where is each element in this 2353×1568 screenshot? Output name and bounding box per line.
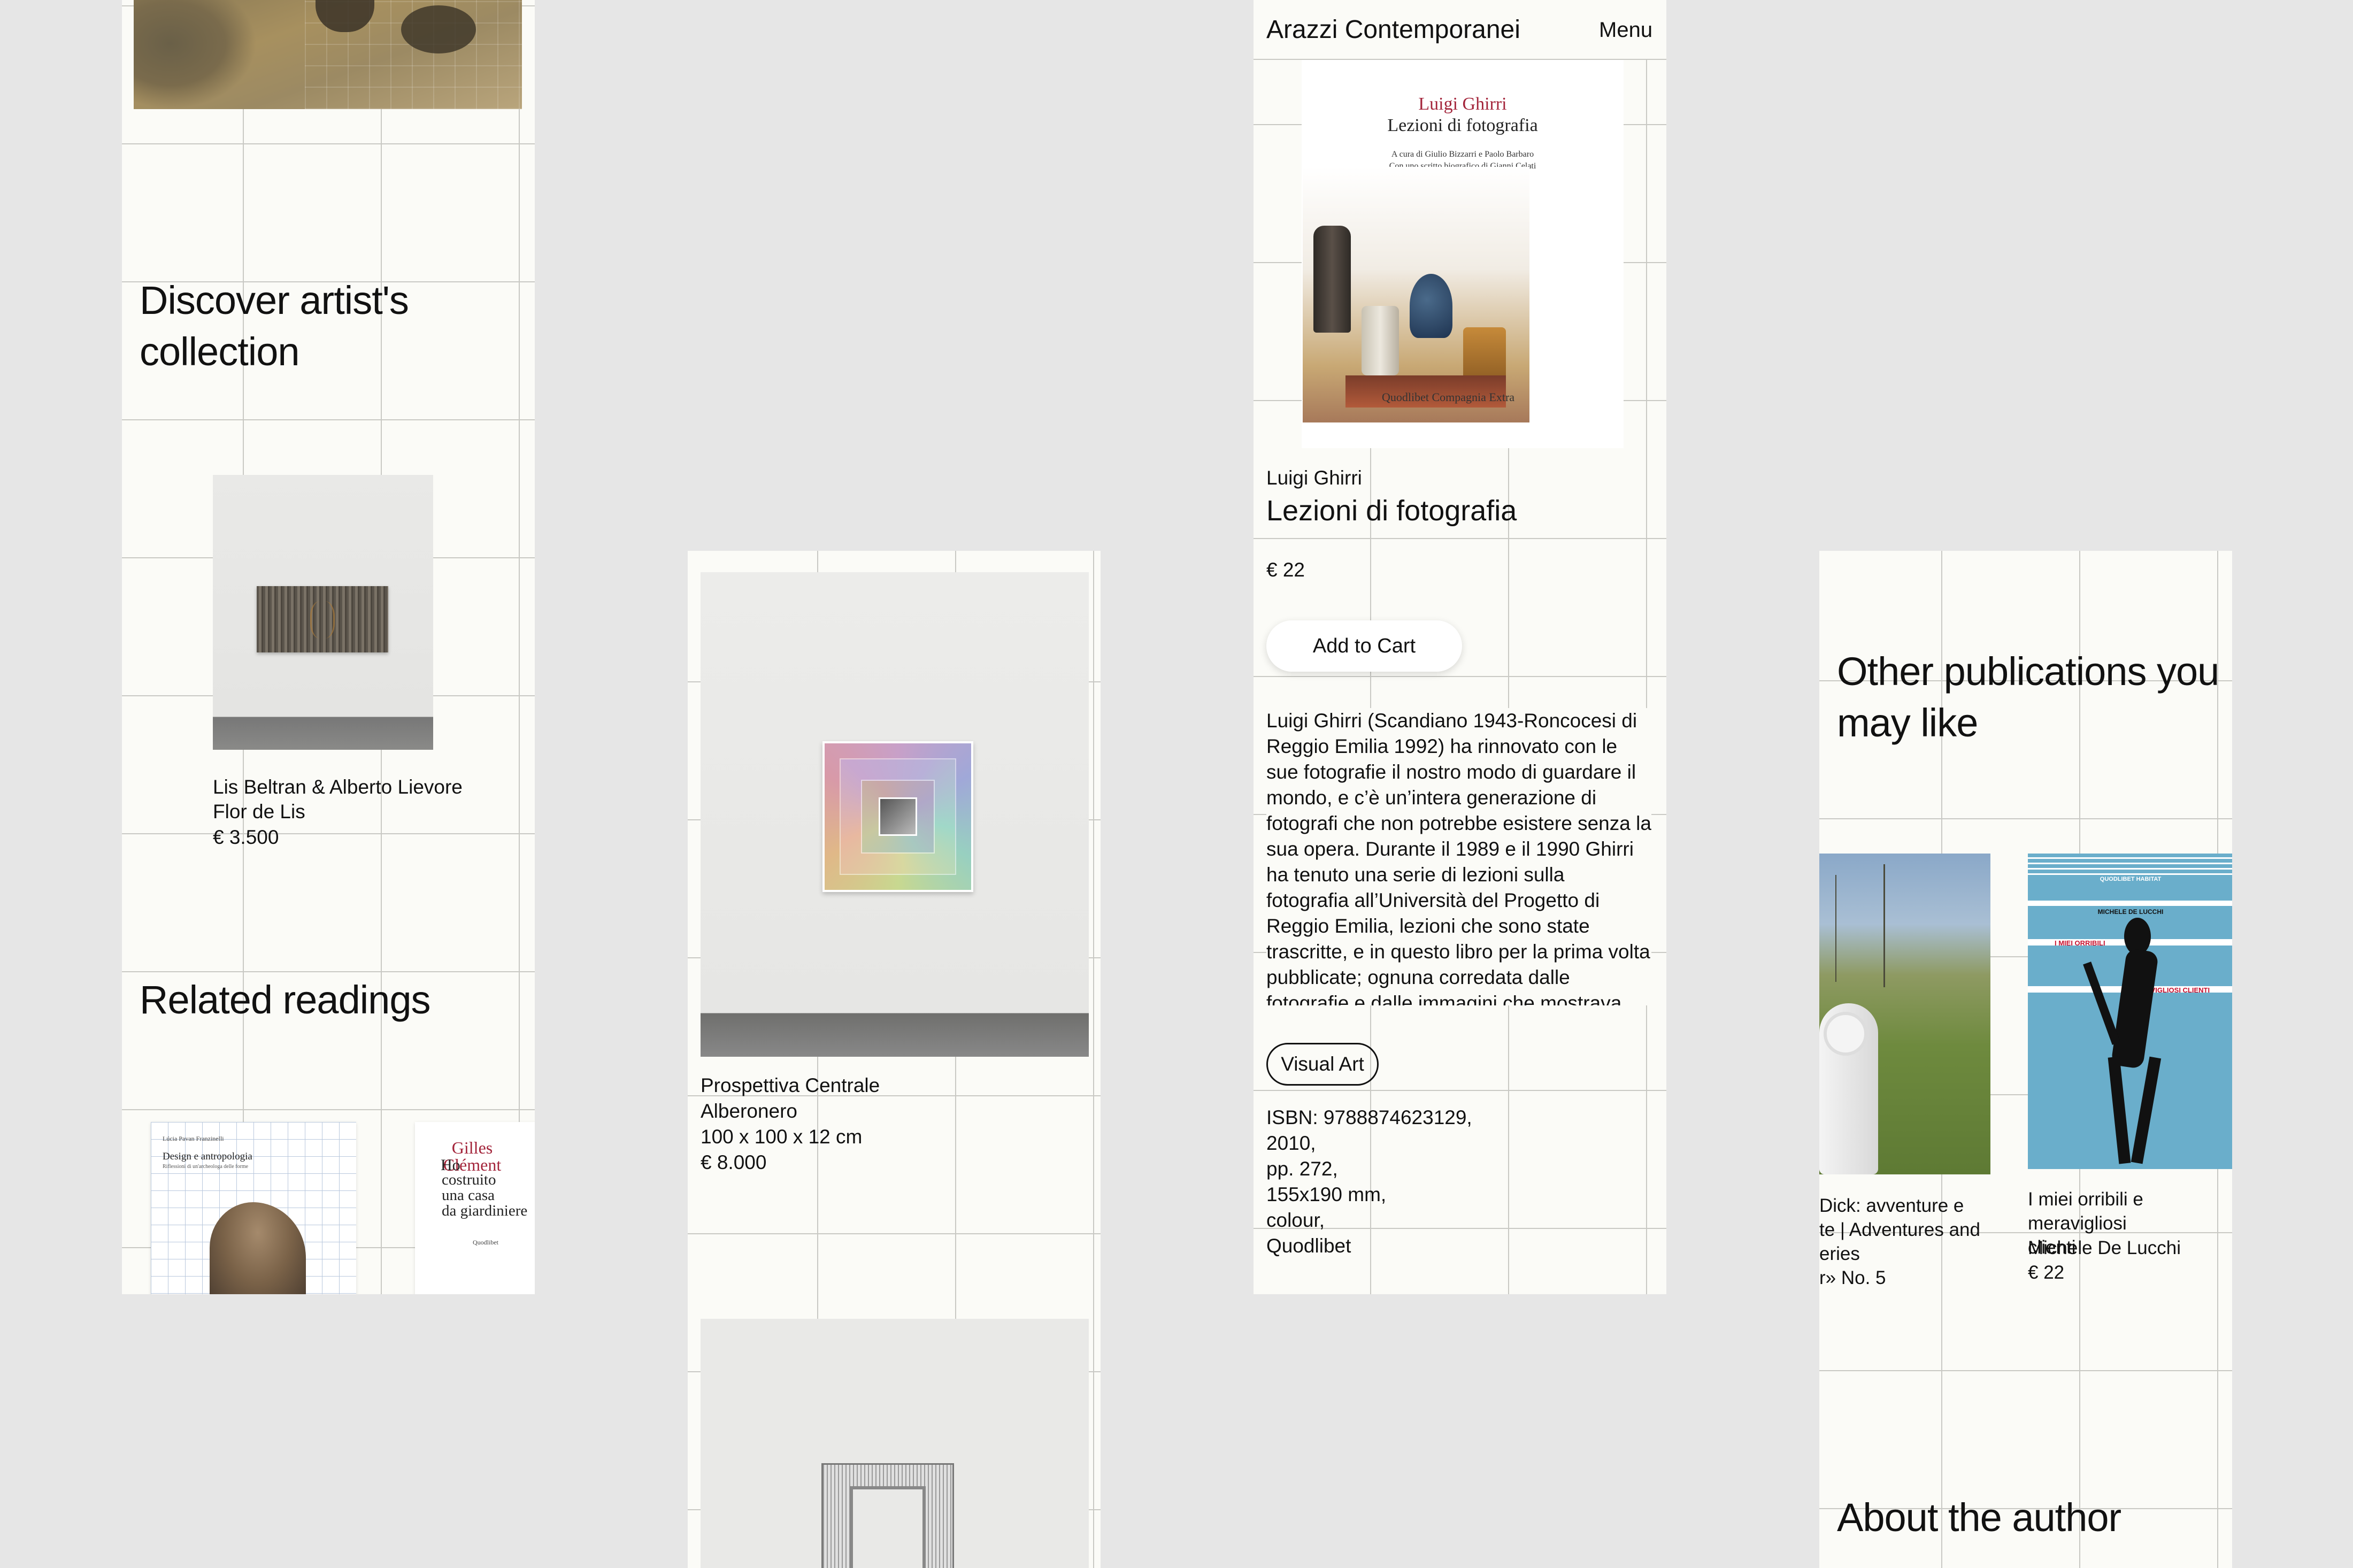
artwork-artist[interactable]: Alberonero [701,1098,797,1124]
brand-logo[interactable]: Arazzi Contemporanei [1266,15,1520,44]
artwork-artist[interactable]: Lis Beltran & Alberto Lievore [213,774,463,800]
book-cover-image[interactable]: Luigi Ghirri Lezioni di fotografia A cur… [1302,60,1624,448]
prospettiva-artwork-image[interactable] [701,572,1089,1057]
top-artwork-image[interactable] [134,0,522,109]
cover-title: Lezioni di fotografia [1387,116,1538,135]
product-page-panel: Arazzi Contemporanei Menu Luigi Ghirri L… [1254,0,1666,1294]
collection-heading: Discover artist's collection [140,278,409,374]
collection-panel: Discover artist's collection Lis Beltran… [122,0,535,1294]
recommended-book-1-cover[interactable] [1819,854,1990,1174]
recommended-book-2-price: € 22 [2028,1262,2065,1283]
book1-subtitle: Riflessioni di un'archeologa delle forme [163,1164,249,1170]
cover-line-1: I MIEI ORRIBILI [2055,939,2105,947]
recommended-book-2-cover[interactable]: QUODLIBET HABITAT MICHELE DE LUCCHI I MI… [2028,854,2232,1169]
book2-title-rest: costruito una casa da giardiniere [442,1171,528,1219]
cover-author: MICHELE DE LUCCHI [2097,908,2164,916]
cover-photo [1303,167,1529,422]
product-title: Lezioni di fotografia [1266,495,1517,527]
product-author[interactable]: Luigi Ghirri [1266,465,1362,491]
artwork-title[interactable]: Prospettiva Centrale [701,1073,880,1098]
product-description: Luigi Ghirri (Scandiano 1943-Roncocesi d… [1266,708,1651,1005]
recommended-book-2-author[interactable]: Michele De Lucchi [2028,1235,2181,1261]
book1-title: Design e antropologia [163,1151,252,1162]
cover-series: QUODLIBET HABITAT [2100,876,2162,882]
artwork-dimensions: 100 x 100 x 12 cm [701,1126,863,1148]
artwork-title[interactable]: Flor de Lis [213,799,305,825]
next-artwork-image[interactable] [701,1319,1089,1568]
menu-button[interactable]: Menu [1599,18,1652,42]
related-book-design-antropologia[interactable]: Lúcia Pavan Franzinelli Design e antropo… [151,1122,356,1294]
product-price: € 22 [1266,559,1305,581]
about-author-heading: About the author [1837,1495,2121,1540]
category-tag-visual-art[interactable]: Visual Art [1266,1043,1379,1086]
recommended-book-1-title[interactable]: Dick: avventure e te | Adventures and er… [1819,1194,1990,1290]
artwork-price: € 8.000 [701,1151,767,1173]
next-artwork-piece [821,1463,954,1568]
recommendations-panel: Other publications you may like Dick: av… [1819,551,2232,1568]
related-book-gilles-clement[interactable]: Gilles Clément Ho costruito una casa da … [415,1122,535,1294]
add-to-cart-button[interactable]: Add to Cart [1266,620,1462,672]
book1-cover-sculpture [210,1202,306,1294]
book2-publisher: Quodlibet [473,1239,498,1246]
prospettiva-artwork-piece [822,741,973,892]
artwork-card-image[interactable] [213,475,433,750]
artwork-detail-panel: Prospettiva Centrale Alberonero 100 x 10… [688,551,1101,1568]
related-readings-heading: Related readings [140,978,430,1022]
cover-author: Luigi Ghirri [1418,94,1507,114]
book-details: ISBN: 9788874623129, 2010, pp. 272, 155x… [1266,1106,1472,1257]
cover-series: Quodlibet Compagnia Extra [1382,390,1515,404]
other-publications-heading: Other publications you may like [1837,649,2219,745]
book1-author: Lúcia Pavan Franzinelli [163,1135,224,1142]
artwork-piece [257,586,388,652]
book2-author: Gilles Clément [443,1138,502,1174]
artwork-price: € 3.500 [213,826,279,848]
cover-figure-drawing [2083,918,2172,1169]
top-bar: Arazzi Contemporanei Menu [1254,0,1666,60]
